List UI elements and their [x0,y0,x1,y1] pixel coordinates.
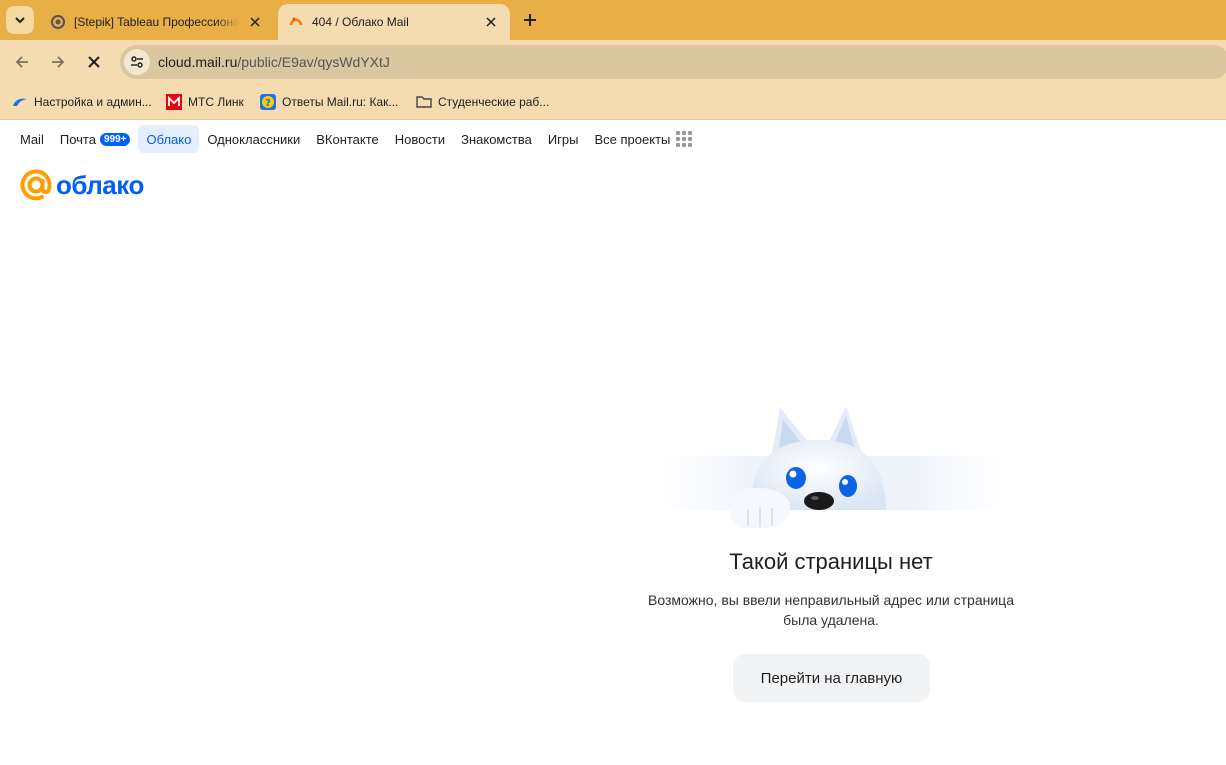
nav-odnoklassniki[interactable]: Одноклассники [199,125,308,153]
bookmark-item[interactable]: МТС Линк [166,92,244,112]
unread-badge: 999+ [99,132,131,146]
address-bar[interactable]: cloud.mail.ru/public/E9av/qysWdYXtJ [120,45,1226,79]
nav-pochta-label: Почта [59,131,96,147]
cloud-logo[interactable]: облако [20,168,144,202]
nav-oblako[interactable]: Облако [138,125,200,153]
url-path: /public/E9av/qysWdYXtJ [237,54,390,70]
go-home-button[interactable]: Перейти на главную [733,654,930,702]
close-icon[interactable] [482,13,500,31]
error-description: Возможно, вы ввели неправильный адрес ил… [620,590,1042,630]
nav-pochta[interactable]: Почта 999+ [52,125,139,153]
bookmark-label: Студенческие раб... [438,95,550,109]
error-title: Такой страницы нет [729,549,933,574]
nav-igry[interactable]: Игры [540,125,587,153]
bookmarks-bar: Настройка и админ... МТС Линк ? Ответы M… [0,84,1226,120]
apps-grid-icon [676,131,693,147]
bookmark-item[interactable]: ? Ответы Mail.ru: Как... [260,92,398,112]
tab-search-button[interactable] [6,6,34,34]
nav-vkontakte[interactable]: ВКонтакте [308,125,387,153]
error-line-1: Возможно, вы ввели неправильный адрес ил… [648,592,1014,608]
svg-text:?: ? [265,98,271,109]
at-sign-icon [20,169,52,201]
error-line-2: была удалена. [783,612,879,628]
url-text: cloud.mail.ru/public/E9av/qysWdYXtJ [158,54,390,70]
back-button[interactable] [10,50,34,74]
new-tab-button[interactable] [518,8,542,32]
question-icon: ? [260,94,276,110]
folder-icon [416,94,432,110]
tab-stepik[interactable]: [Stepik] Tableau Профессионал [40,4,274,40]
bookmark-label: Настройка и админ... [34,95,152,109]
plus-icon [524,14,536,26]
arrow-left-icon [15,56,28,68]
url-host: cloud.mail.ru [158,54,238,70]
tab-strip: [Stepik] Tableau Профессионал 404 / Обла… [0,0,1226,40]
site-info-button[interactable] [124,49,150,75]
bookmark-item[interactable]: Настройка и админ... [12,92,152,112]
bookmark-label: Ответы Mail.ru: Как... [282,95,399,109]
chevron-down-icon [15,17,25,24]
portal-nav: Mail Почта 999+ Облако Одноклассники ВКо… [12,125,700,153]
stop-loading-button[interactable] [82,50,106,74]
close-icon [88,56,100,68]
bookmark-item[interactable]: Студенческие раб... [416,92,549,112]
arrow-right-icon [52,56,65,68]
mts-link-icon [166,94,182,110]
stepik-icon [50,14,66,30]
tune-icon [131,56,143,68]
tab-title: 404 / Облако Mail [312,15,409,29]
nav-novosti[interactable]: Новости [387,125,453,153]
close-icon[interactable] [246,13,264,31]
cloud-icon [12,94,28,110]
forward-button[interactable] [46,50,70,74]
nav-mail[interactable]: Mail [12,125,52,153]
bookmark-label: МТС Линк [188,95,244,109]
tab-cloud-404[interactable]: 404 / Облако Mail [278,4,510,40]
mail-cloud-icon [288,14,304,30]
logo-text: облако [56,169,144,200]
nav-all-projects-label: Все проекты [594,131,671,147]
tab-title: [Stepik] Tableau Профессионал [74,15,240,29]
browser-toolbar: cloud.mail.ru/public/E9av/qysWdYXtJ [0,40,1226,84]
nav-all-projects[interactable]: Все проекты [587,125,701,153]
nav-znakomstva[interactable]: Знакомства [453,125,540,153]
puppy-illustration [652,406,1012,528]
